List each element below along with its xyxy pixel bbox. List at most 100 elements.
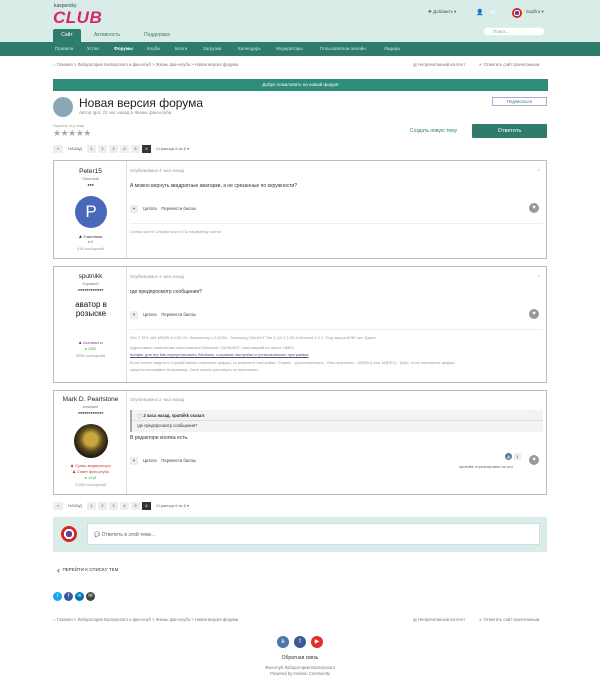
share-icon[interactable]: < (537, 274, 540, 280)
reaction-like-icon[interactable]: 👍 (505, 453, 512, 460)
signature-links[interactable]: Конфиг для игр Как переустановить Window… (130, 352, 540, 358)
post-date[interactable]: Опубликовано 4 часа назад (130, 168, 184, 173)
quote-button[interactable]: Цитата (143, 458, 157, 463)
tab-site[interactable]: Сайт (53, 29, 81, 42)
unread-content-link[interactable]: ▤ Непрочитанный контент (413, 62, 465, 67)
pager-page[interactable]: 3 (109, 145, 118, 153)
pager-info[interactable]: Страница 6 из 6 ▾ (156, 145, 189, 153)
footer-breadcrumb[interactable]: ⌂ Главная > Лаборатория Касперского и фа… (53, 617, 238, 622)
footer-powered[interactable]: Powered by Invision Community (0, 671, 600, 676)
back-to-topics-link[interactable]: ‹ ПЕРЕЙТИ К СПИСКУ ТЕМ (57, 565, 118, 575)
share-icon[interactable]: < (537, 168, 540, 174)
mark-read-link[interactable]: ✔ Отметить сайт прочитанным (479, 617, 539, 622)
facebook-icon[interactable]: f (294, 636, 306, 648)
pagination-top: « НАЗАД 1 2 3 4 5 6 Страница 6 из 6 ▾ (53, 145, 253, 153)
pager-page[interactable]: 4 (120, 145, 129, 153)
breadcrumb[interactable]: ⌂ Главная > Лаборатория Касперского и фа… (53, 62, 238, 67)
pager-prev-icon[interactable]: « (53, 502, 63, 510)
transfer-points-button[interactable]: Перевести баллы (161, 458, 196, 463)
multiquote-icon[interactable]: + (130, 205, 138, 213)
email-share-icon[interactable]: ✉ (86, 592, 95, 601)
pager-current-page[interactable]: 6 (142, 502, 151, 510)
author-reputation: ● 1418 (84, 476, 97, 480)
user-avatar[interactable] (512, 8, 522, 18)
user-icon[interactable]: 👤 (476, 9, 483, 16)
pager-page[interactable]: 2 (98, 502, 107, 510)
feedback-link[interactable]: Обратная связь (0, 655, 600, 661)
author-avatar[interactable] (74, 424, 108, 458)
nav-downloads[interactable]: Загрузки (203, 46, 221, 51)
nav-leaders[interactable]: Лидеры (384, 46, 400, 51)
pager-page[interactable]: 5 (131, 502, 140, 510)
like-heart-icon[interactable]: ♥ (529, 455, 539, 465)
linkedin-icon[interactable]: in (75, 592, 84, 601)
tab-support[interactable]: Поддержка (136, 29, 178, 42)
author-avatar[interactable]: аватор в розыске (73, 297, 109, 337)
quote-button[interactable]: Цитата (143, 312, 157, 317)
subscribe-button[interactable]: Подписаться (492, 97, 547, 106)
reaction-count[interactable]: 1 (514, 453, 521, 460)
reply-input[interactable]: 💬 Ответить в этой теме... (87, 523, 540, 545)
nav-clubs[interactable]: Клубы (147, 46, 160, 51)
author-title: Корифей (82, 282, 99, 286)
rating-stars[interactable]: ★★★★★ (53, 128, 91, 139)
author-post-count: 21066 сообщений (74, 483, 107, 487)
transfer-points-button[interactable]: Перевести баллы (161, 206, 196, 211)
transfer-points-button[interactable]: Перевести баллы (161, 312, 196, 317)
author-name[interactable]: Mark D. Pearlstone (54, 396, 127, 403)
author-avatar[interactable]: P (75, 196, 107, 228)
pager-info[interactable]: Страница 6 из 6 ▾ (156, 502, 189, 510)
pager-page[interactable]: 2 (98, 145, 107, 153)
author-title: Assistant (82, 405, 99, 409)
post-date[interactable]: Опубликовано 2 часа назад (130, 397, 184, 402)
post-actions: + Цитата Перевести баллы (130, 311, 196, 319)
nav-online[interactable]: Пользователи онлайн (320, 46, 366, 51)
post-date[interactable]: Опубликовано 2 часа назад (130, 274, 184, 279)
mark-read-link[interactable]: ✔ Отметить сайт прочитанным (479, 62, 539, 67)
vk-icon[interactable]: в (277, 636, 289, 648)
pager-prev-icon[interactable]: « (53, 145, 63, 153)
nav-forums[interactable]: Форумы (114, 46, 133, 51)
multiquote-icon[interactable]: + (130, 311, 138, 319)
nav-charter[interactable]: Устав (87, 46, 99, 51)
mail-icon[interactable]: ✉ (490, 9, 495, 16)
user-menu[interactable]: Sapfira ▾ (526, 9, 544, 15)
youtube-icon[interactable]: ▶ (311, 636, 323, 648)
new-topic-link[interactable]: Создать новую тему (410, 128, 457, 134)
signature: Слева чисто! Справа чисто! По периметру … (130, 229, 222, 234)
reply-button[interactable]: Ответить (472, 124, 547, 138)
quote-header[interactable]: 🕓 2 часа назад, sputnikk сказал: (137, 413, 205, 419)
author-group: ♟ Участники (78, 234, 103, 239)
nav-blogs[interactable]: Блоги (175, 46, 187, 51)
like-heart-icon[interactable]: ♥ (529, 309, 539, 319)
reply-user-avatar (61, 526, 77, 542)
pager-page[interactable]: 5 (131, 145, 140, 153)
nav-rules[interactable]: Правила (55, 46, 73, 51)
post: Mark D. Pearlstone Assistant ●●●●●●●●●●●… (53, 390, 547, 495)
tab-activity[interactable]: Активность (88, 29, 126, 42)
facebook-icon[interactable]: f (64, 592, 73, 601)
unread-content-link[interactable]: ▤ Непрочитанный контент (413, 617, 465, 622)
quote-button[interactable]: Цитата (143, 206, 157, 211)
nav-calendar[interactable]: Календарь (238, 46, 261, 51)
pager-current-page[interactable]: 6 (142, 145, 151, 153)
pager-back[interactable]: НАЗАД (65, 502, 85, 510)
topic-author-avatar[interactable] (53, 97, 73, 117)
pager-page[interactable]: 4 (120, 502, 129, 510)
author-name[interactable]: sputnikk (54, 273, 127, 280)
twitter-icon[interactable]: t (53, 592, 62, 601)
author-name[interactable]: Peter15 (54, 168, 127, 175)
nav-moderators[interactable]: Модераторы (276, 46, 303, 51)
search-input[interactable]: Поиск... (483, 27, 545, 36)
collapse-icon[interactable]: ⌃ (534, 412, 538, 417)
author-post-count: 5036 сообщений (75, 354, 106, 358)
add-menu[interactable]: ✚ Добавить ▾ (428, 9, 456, 15)
multiquote-icon[interactable]: + (130, 457, 138, 465)
pager-page[interactable]: 1 (87, 502, 96, 510)
logo-club[interactable]: CLUB (53, 8, 102, 28)
pager-back[interactable]: НАЗАД (65, 145, 85, 153)
like-heart-icon[interactable]: ♥ (529, 203, 539, 213)
pager-page[interactable]: 1 (87, 145, 96, 153)
reaction-summary[interactable]: sputnikk отреагировал на это (459, 464, 513, 469)
pager-page[interactable]: 3 (109, 502, 118, 510)
